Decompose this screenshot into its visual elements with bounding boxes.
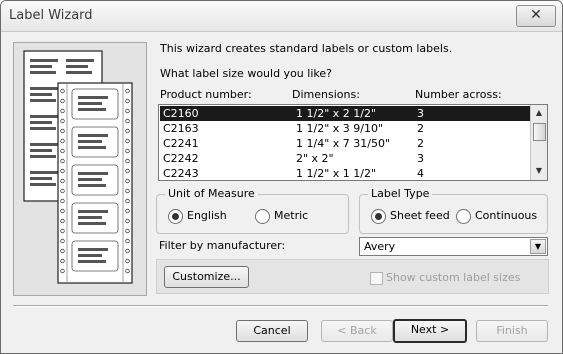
scroll-up-icon[interactable]: ▲: [532, 106, 546, 120]
product-number: C2163: [163, 122, 199, 135]
sheet-feed-radio[interactable]: [371, 209, 386, 224]
close-button[interactable]: ✕: [516, 5, 556, 27]
product-number: C2243: [163, 167, 199, 180]
intro-text: This wizard creates standard labels or c…: [160, 42, 453, 55]
continuous-radio[interactable]: [456, 209, 471, 224]
list-item[interactable]: C2160 1 1/2" x 2 1/2" 3: [160, 106, 530, 121]
finish-button[interactable]: Finish: [476, 320, 548, 342]
number-across: 3: [417, 152, 424, 165]
dimensions: 2" x 2": [296, 152, 334, 165]
product-number: C2241: [163, 137, 199, 150]
label-size-list[interactable]: C2160 1 1/2" x 2 1/2" 3 C2163 1 1/2" x 3…: [158, 104, 548, 181]
column-header-product: Product number:: [160, 88, 252, 101]
unit-of-measure-group: Unit of Measure English Metric: [156, 187, 349, 234]
list-item[interactable]: C2242 2" x 2" 3: [160, 151, 530, 166]
back-button[interactable]: < Back: [321, 320, 393, 342]
number-across: 2: [417, 137, 424, 150]
continuous-label[interactable]: Continuous: [475, 209, 537, 222]
dimensions: 1 1/4" x 7 31/50": [296, 137, 391, 150]
english-radio[interactable]: [168, 209, 183, 224]
manufacturer-select[interactable]: Avery ▼: [359, 237, 548, 256]
list-scrollbar[interactable]: ▲ ▼: [530, 105, 547, 180]
chevron-down-icon[interactable]: ▼: [530, 239, 546, 254]
dimensions: 1 1/2" x 3 9/10": [296, 122, 384, 135]
customize-button[interactable]: Customize...: [164, 266, 249, 288]
filter-label: Filter by manufacturer:: [159, 239, 286, 252]
window-title: Label Wizard: [9, 8, 93, 23]
english-label[interactable]: English: [187, 209, 227, 222]
scroll-down-icon[interactable]: ▼: [532, 164, 546, 178]
title-bar: Label Wizard ✕: [1, 1, 562, 32]
product-number: C2242: [163, 152, 199, 165]
column-header-across: Number across:: [415, 88, 502, 101]
scroll-thumb[interactable]: [533, 123, 546, 141]
number-across: 3: [417, 107, 424, 120]
metric-label[interactable]: Metric: [274, 209, 308, 222]
show-custom-sizes-label: Show custom label sizes: [386, 271, 521, 284]
button-separator: [13, 305, 548, 307]
column-header-dimensions: Dimensions:: [292, 88, 360, 101]
product-number: C2160: [163, 107, 199, 120]
number-across: 2: [417, 122, 424, 135]
sheet-feed-label[interactable]: Sheet feed: [390, 209, 450, 222]
cancel-button[interactable]: Cancel: [236, 320, 308, 342]
next-button[interactable]: Next >: [393, 319, 467, 343]
dimensions: 1 1/2" x 2 1/2": [296, 107, 377, 120]
number-across: 4: [417, 167, 424, 180]
list-item[interactable]: C2241 1 1/4" x 7 31/50" 2: [160, 136, 530, 151]
label-sheets-illustration-icon: [13, 42, 147, 296]
dimensions: 1 1/2" x 1 1/2": [296, 167, 377, 180]
label-type-legend: Label Type: [368, 187, 433, 200]
list-item[interactable]: C2163 1 1/2" x 3 9/10" 2: [160, 121, 530, 136]
list-item[interactable]: C2243 1 1/2" x 1 1/2" 4: [160, 166, 530, 180]
manufacturer-value: Avery: [364, 240, 396, 253]
size-question: What label size would you like?: [160, 67, 332, 80]
unit-of-measure-legend: Unit of Measure: [165, 187, 258, 200]
show-custom-sizes-checkbox[interactable]: [370, 272, 383, 285]
label-wizard-window: Label Wizard ✕ This wizard creates stand…: [0, 0, 563, 354]
label-type-group: Label Type Sheet feed Continuous: [359, 187, 548, 234]
metric-radio[interactable]: [255, 209, 270, 224]
